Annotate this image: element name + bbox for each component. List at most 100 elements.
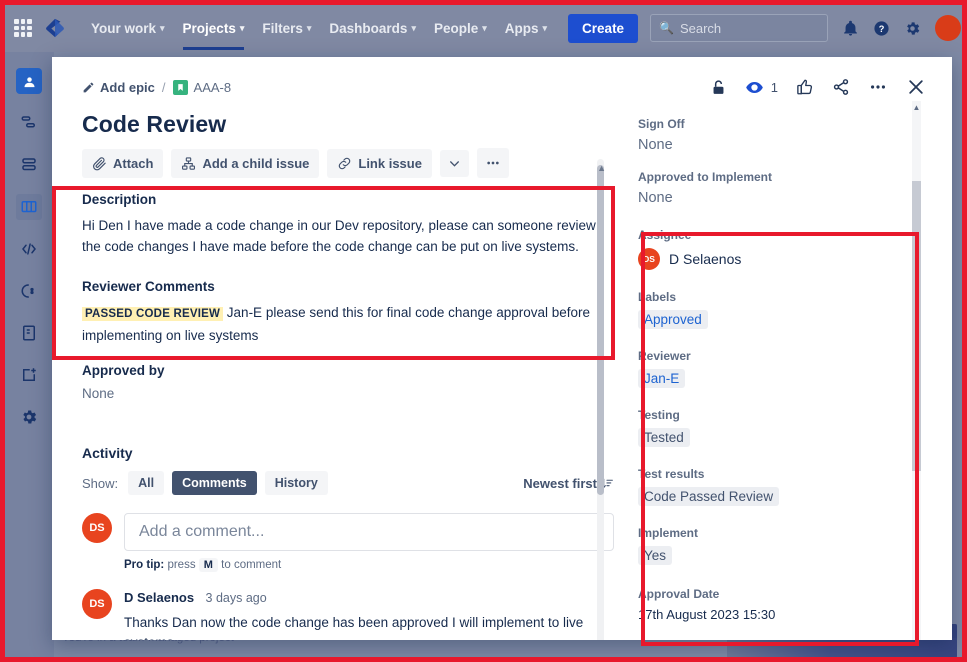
nav-projects[interactable]: Projects ▾ (174, 7, 254, 50)
tab-all[interactable]: All (128, 471, 165, 495)
roadmap-icon[interactable] (16, 110, 42, 136)
scroll-up-arrow-icon[interactable]: ▲ (597, 163, 606, 173)
details-scroll-up-icon[interactable]: ▲ (912, 101, 921, 113)
avatar: DS (82, 589, 112, 619)
details-scrollbar-track[interactable]: ▲ ▼ (912, 101, 921, 640)
attach-button[interactable]: Attach (82, 148, 164, 178)
activity-section: Activity Show: All Comments History Newe… (82, 445, 614, 640)
vote-thumbs-up-icon[interactable] (796, 78, 814, 96)
top-navigation-bar: Your work ▾ Projects ▾ Filters ▾ Dashboa… (4, 4, 963, 52)
project-sidebar (4, 52, 54, 658)
field-implement: Implement Yes (638, 526, 924, 565)
jira-logo-icon[interactable] (44, 17, 66, 39)
chevron-down-icon: ▾ (411, 22, 416, 33)
help-icon[interactable]: ? (873, 20, 890, 37)
modal-header: Add epic / AAA-8 1 (52, 57, 952, 101)
issue-key-label: AAA-8 (193, 79, 232, 95)
nav-people[interactable]: People ▾ (425, 7, 496, 50)
backlog-icon[interactable] (16, 152, 42, 178)
page-title: Code Review (82, 111, 227, 137)
code-icon[interactable] (16, 236, 42, 262)
field-label: Reviewer (638, 349, 691, 363)
field-value[interactable]: Yes (638, 546, 673, 565)
project-avatar-icon[interactable] (16, 68, 42, 94)
add-child-issue-button[interactable]: Add a child issue (171, 148, 320, 178)
field-label: Sign Off (638, 117, 685, 131)
add-comment-input[interactable]: Add a comment... (124, 513, 614, 551)
project-settings-icon[interactable] (16, 404, 42, 430)
more-actions-icon[interactable] (868, 77, 888, 97)
field-value[interactable]: None (638, 190, 924, 206)
project-pages-icon[interactable] (16, 320, 42, 346)
description-label: Description (82, 192, 157, 207)
pro-tip-key: M (198, 558, 218, 572)
field-label: Labels (638, 290, 677, 304)
nav-dashboards[interactable]: Dashboards ▾ (320, 7, 425, 50)
nav-apps[interactable]: Apps ▾ (496, 7, 556, 50)
nav-filters-label: Filters (262, 20, 303, 36)
toolbar-more-dropdown-button[interactable] (439, 149, 469, 177)
chevron-down-icon: ▾ (160, 22, 165, 33)
chevron-down-icon: ▾ (239, 22, 245, 33)
field-value[interactable]: Jan-E (638, 369, 686, 388)
field-labels: Labels Approved (638, 290, 924, 329)
top-nav-right-group: 🔍 ? (650, 14, 961, 42)
create-button[interactable]: Create (568, 13, 639, 43)
pro-tip-suffix: to comment (221, 559, 282, 571)
show-label: Show: (82, 475, 119, 491)
field-value[interactable]: Approved (638, 310, 708, 329)
approved-by-value[interactable]: None (82, 386, 614, 401)
nav-dashboards-label: Dashboards (329, 20, 408, 36)
list-item: DS D Selaenos 3 days ago Thanks Dan now … (82, 589, 614, 640)
description-text[interactable]: Hi Den I have made a code change in our … (82, 215, 614, 257)
comment-author[interactable]: D Selaenos (124, 590, 194, 605)
avatar: DS (82, 513, 112, 543)
add-epic-label: Add epic (100, 79, 155, 95)
search-box[interactable]: 🔍 (650, 14, 828, 42)
pro-tip-mid: press (167, 559, 196, 571)
field-label: Test results (638, 467, 705, 481)
link-issue-button[interactable]: Link issue (327, 148, 432, 178)
board-icon[interactable] (16, 194, 42, 220)
content-scrollbar-thumb[interactable] (597, 165, 604, 495)
field-value[interactable]: None (638, 137, 924, 153)
tab-comments[interactable]: Comments (172, 471, 257, 495)
sort-order-label: Newest first (523, 475, 597, 491)
breadcrumb-separator: / (161, 79, 166, 95)
field-value[interactable]: Tested (638, 428, 690, 447)
watch-eye-icon[interactable]: 1 (745, 78, 778, 97)
add-shortcut-icon[interactable] (16, 362, 42, 388)
content-scrollbar-track[interactable] (597, 159, 604, 640)
add-epic-button[interactable]: Add epic (82, 80, 155, 95)
field-value[interactable]: 17th August 2023 15:30 (638, 607, 924, 622)
search-input[interactable] (679, 20, 819, 36)
field-value[interactable]: DS D Selaenos (638, 248, 924, 270)
tab-history[interactable]: History (264, 471, 328, 495)
avatar: DS (638, 248, 660, 270)
nav-your-work[interactable]: Your work ▾ (82, 7, 174, 50)
nav-filters[interactable]: Filters ▾ (253, 7, 320, 50)
unlock-icon[interactable] (710, 79, 727, 96)
field-value[interactable]: Code Passed Review (638, 487, 780, 506)
chevron-down-icon: ▾ (482, 22, 487, 33)
modal-body: Code Review Attach Add a child issue Lin… (52, 101, 952, 640)
share-icon[interactable] (832, 78, 850, 96)
releases-icon[interactable] (16, 278, 42, 304)
modal-header-actions: 1 (710, 77, 930, 97)
field-testing: Testing Tested (638, 408, 924, 447)
close-icon[interactable] (906, 77, 926, 97)
notifications-bell-icon[interactable] (842, 20, 859, 37)
issue-key-link[interactable]: AAA-8 (172, 79, 232, 95)
settings-gear-icon[interactable] (904, 20, 921, 37)
link-chain-icon (339, 157, 351, 169)
apps-grid-icon[interactable] (14, 19, 32, 37)
attach-label: Attach (113, 155, 154, 171)
field-reviewer: Reviewer Jan-E (638, 349, 924, 388)
more-options-icon (487, 161, 499, 165)
passed-code-review-badge: PASSED CODE REVIEW (82, 307, 224, 321)
field-sign-off: Sign Off None (638, 117, 924, 153)
details-scrollbar-thumb[interactable] (912, 181, 921, 471)
reviewer-comments-section: Reviewer Comments PASSED CODE REVIEW Jan… (82, 279, 614, 346)
toolbar-more-options-button[interactable] (476, 148, 509, 178)
profile-avatar[interactable] (935, 15, 961, 41)
